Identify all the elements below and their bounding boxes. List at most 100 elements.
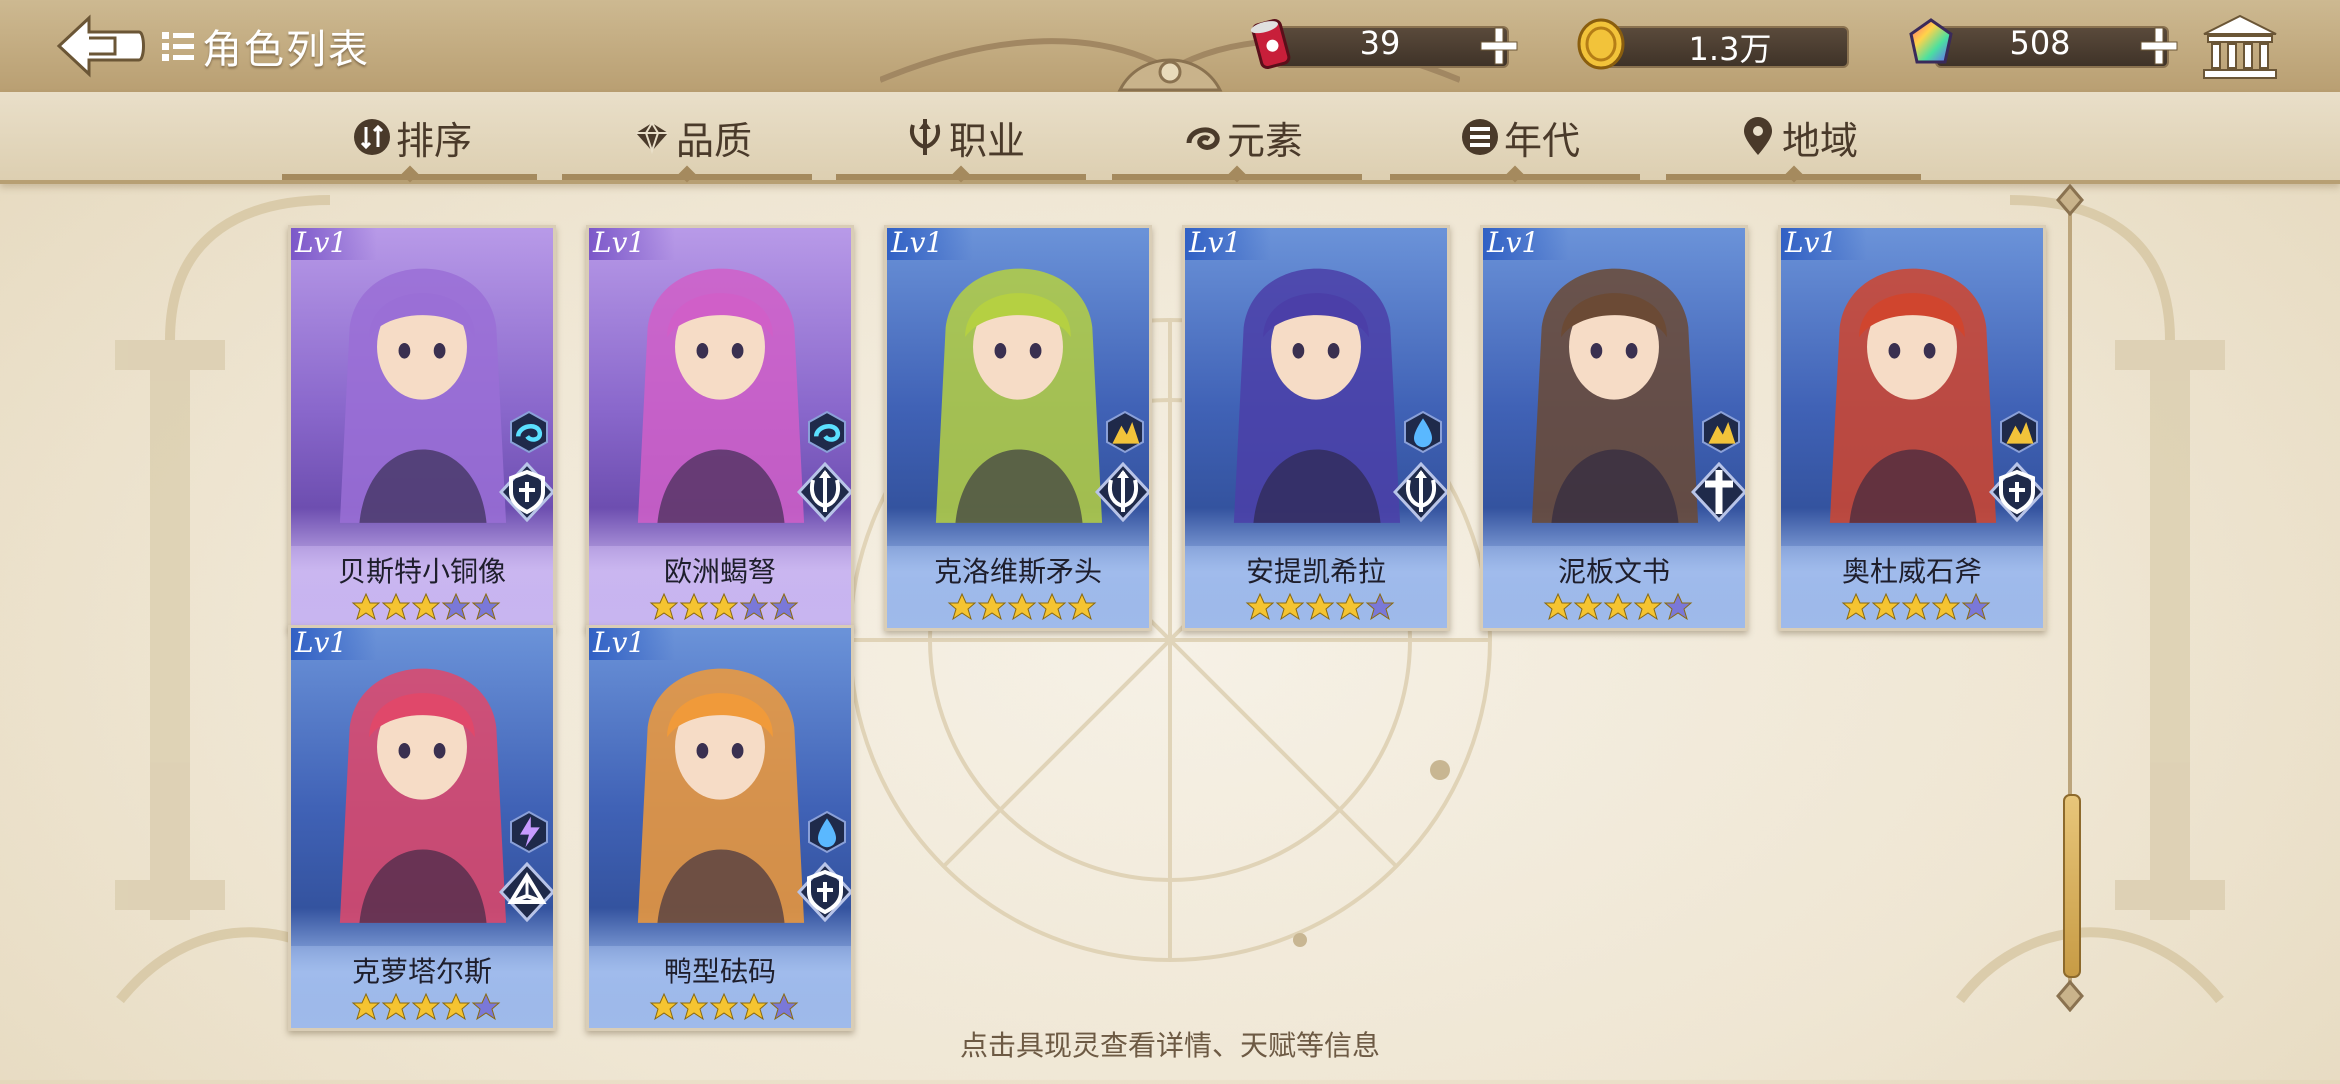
add-energy-button[interactable] — [1477, 24, 1521, 68]
star-filled-icon — [381, 592, 411, 621]
star-empty-icon — [739, 592, 769, 621]
bow-icon — [1095, 462, 1149, 522]
star-rating — [649, 592, 799, 622]
character-grid: Lv1 贝斯特小铜像 Lv1 欧洲蝎弩 Lv1 克洛维斯矛头 Lv1 安提凯希拉 Lv1 泥板文书… — [288, 195, 2058, 1031]
bow-icon — [797, 462, 851, 522]
character-card[interactable]: Lv1 欧洲蝎弩 — [586, 225, 854, 631]
character-card[interactable]: Lv1 奥杜威石斧 — [1778, 225, 2046, 631]
earth-icon — [1702, 410, 1740, 454]
character-name: 安提凯希拉 — [1245, 555, 1386, 588]
tab-divider — [282, 174, 537, 180]
star-rating — [351, 592, 501, 622]
character-name: 贝斯特小铜像 — [337, 555, 506, 588]
tab-class[interactable]: 职业 — [905, 114, 1025, 163]
wind-icon — [510, 410, 548, 454]
coin-icon — [1577, 18, 1625, 70]
resource-energy: 39 — [1245, 18, 1518, 70]
rainbow-gem-icon — [1909, 18, 1953, 64]
star-filled-icon — [351, 992, 381, 1021]
character-card[interactable]: Lv1 泥板文书 — [1480, 225, 1748, 631]
resource-value: 1.3万 — [1688, 30, 1772, 68]
star-filled-icon — [709, 992, 739, 1021]
star-filled-icon — [1067, 592, 1097, 621]
shield-icon — [1989, 462, 2043, 522]
tab-label: 元素 — [1227, 118, 1304, 163]
character-card[interactable]: Lv1 克萝塔尔斯 — [288, 625, 556, 1031]
back-button[interactable] — [55, 14, 145, 78]
character-card[interactable]: Lv1 安提凯希拉 — [1182, 225, 1450, 631]
star-rating — [1245, 592, 1395, 622]
thunder-icon — [510, 810, 548, 854]
tab-element[interactable]: 元素 — [1183, 114, 1303, 163]
level-label: Lv1 — [1185, 228, 1272, 260]
star-filled-icon — [1335, 592, 1365, 621]
star-rating — [1841, 592, 1991, 622]
level-label: Lv1 — [291, 628, 378, 660]
character-name: 克洛维斯矛头 — [933, 555, 1102, 588]
star-filled-icon — [1305, 592, 1335, 621]
star-rating — [351, 992, 501, 1022]
character-name: 泥板文书 — [1557, 555, 1670, 588]
tab-region[interactable]: 地域 — [1738, 114, 1858, 163]
tab-quality[interactable]: 品质 — [632, 114, 752, 163]
hint-text: 点击具现灵查看详情、天赋等信息 — [959, 1029, 1380, 1062]
character-name: 鸭型砝码 — [663, 955, 776, 988]
element-icon — [1186, 127, 1220, 150]
star-filled-icon — [411, 592, 441, 621]
star-filled-icon — [649, 592, 679, 621]
star-filled-icon — [679, 592, 709, 621]
tab-label: 年代 — [1504, 118, 1581, 163]
character-card[interactable]: Lv1 贝斯特小铜像 — [288, 225, 556, 631]
shield-icon — [797, 862, 851, 922]
scrollbar-thumb[interactable] — [2063, 794, 2081, 978]
level-label: Lv1 — [589, 228, 676, 260]
character-card[interactable]: Lv1 克洛维斯矛头 — [884, 225, 1152, 631]
level-label: Lv1 — [1781, 228, 1868, 260]
scroll-bottom-ornament — [2056, 980, 2084, 1012]
level-label: Lv1 — [887, 228, 974, 260]
star-filled-icon — [1037, 592, 1067, 621]
filter-tab-strip: 排序 品质 职业 元素 年代 地域 — [0, 92, 2340, 184]
star-filled-icon — [1633, 592, 1663, 621]
list-icon — [162, 32, 194, 61]
museum-icon — [2203, 14, 2277, 79]
star-filled-icon — [739, 992, 769, 1021]
character-card[interactable]: Lv1 鸭型砝码 — [586, 625, 854, 1031]
shield-icon — [499, 462, 553, 522]
quality-icon — [636, 121, 668, 155]
star-empty-icon — [1663, 592, 1693, 621]
star-filled-icon — [441, 992, 471, 1021]
location-pin-icon — [1744, 117, 1772, 155]
star-rating — [947, 592, 1097, 622]
star-empty-icon — [471, 592, 501, 621]
star-filled-icon — [649, 992, 679, 1021]
star-filled-icon — [1543, 592, 1573, 621]
star-empty-icon — [769, 592, 799, 621]
star-filled-icon — [1901, 592, 1931, 621]
star-empty-icon — [441, 592, 471, 621]
star-filled-icon — [1573, 592, 1603, 621]
character-name: 奥杜威石斧 — [1841, 555, 1982, 588]
star-empty-icon — [1365, 592, 1395, 621]
scroll-top-ornament — [2056, 184, 2084, 216]
tab-divider — [1390, 174, 1640, 180]
bow-icon — [1393, 462, 1447, 522]
era-icon — [1462, 119, 1498, 155]
star-filled-icon — [411, 992, 441, 1021]
earth-icon — [2000, 410, 2038, 454]
character-name: 克萝塔尔斯 — [351, 955, 492, 988]
add-gem-button[interactable] — [2137, 24, 2181, 68]
resource-value: 508 — [2009, 24, 2071, 62]
page-title: 角色列表 — [202, 27, 370, 73]
museum-button[interactable] — [2200, 12, 2280, 82]
tab-divider — [1112, 174, 1362, 180]
resource-value: 39 — [1359, 24, 1401, 62]
star-empty-icon — [769, 992, 799, 1021]
tab-sort[interactable]: 排序 — [352, 114, 472, 163]
tab-era[interactable]: 年代 — [1460, 114, 1580, 163]
tab-label: 排序 — [396, 118, 473, 163]
star-filled-icon — [1245, 592, 1275, 621]
class-icon — [910, 119, 940, 155]
water-icon — [808, 810, 846, 854]
level-label: Lv1 — [1483, 228, 1570, 260]
